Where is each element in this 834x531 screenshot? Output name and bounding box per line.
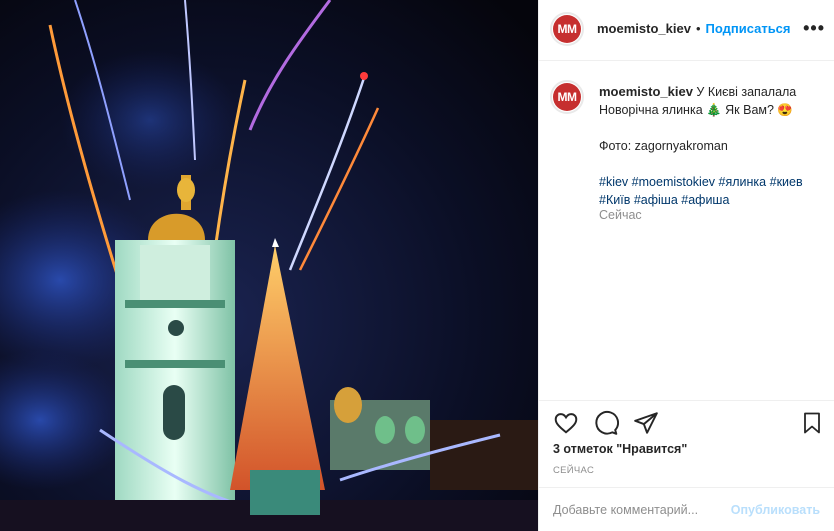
hashtag-link[interactable]: #афіша	[634, 193, 678, 207]
photo-credit: Фото: zagornyakroman	[599, 139, 728, 153]
likes-count[interactable]: 3 отметок "Нравится"	[553, 442, 687, 456]
avatar-logo: MM	[553, 15, 581, 43]
username-link[interactable]: moemisto_kiev	[597, 21, 691, 36]
caption-text-line1: У Києві запалала	[696, 85, 797, 99]
hashtag-link[interactable]: #Київ	[599, 193, 630, 207]
post-timestamp: СЕЙЧАС	[553, 465, 595, 476]
divider	[539, 400, 834, 401]
hashtag-link[interactable]: #афиша	[681, 193, 729, 207]
hashtag-link[interactable]: #kiev	[599, 175, 628, 189]
hashtag-link[interactable]: #ялинка	[719, 175, 767, 189]
caption-username[interactable]: moemisto_kiev	[599, 84, 693, 99]
heart-icon[interactable]	[553, 410, 579, 438]
caption-timestamp: Сейчас	[599, 208, 642, 222]
caption-avatar[interactable]: MM	[550, 80, 584, 114]
comment-input[interactable]: Добавьте комментарий...	[553, 503, 698, 517]
bookmark-icon[interactable]	[800, 410, 824, 441]
action-bar	[553, 410, 659, 438]
post-photo[interactable]	[0, 0, 538, 531]
post-details-panel: MM moemisto_kiev • Подписаться ••• MM mo…	[538, 0, 834, 531]
follow-button[interactable]: Подписаться	[706, 21, 791, 36]
publish-button[interactable]: Опубликовать	[731, 503, 820, 517]
avatar[interactable]: MM	[550, 12, 584, 46]
more-options-icon[interactable]: •••	[803, 18, 825, 39]
post-caption: moemisto_kiev У Києві запалала Новорічна…	[599, 83, 821, 209]
caption-text-line2: Новорічна ялинка 🎄 Як Вам? 😍	[599, 103, 793, 117]
separator-dot: •	[695, 21, 701, 36]
hashtag-link[interactable]: #moemistokiev	[632, 175, 715, 189]
christmas-tree-photo	[0, 0, 538, 531]
comment-icon[interactable]	[593, 410, 619, 438]
post-header: MM moemisto_kiev • Подписаться •••	[539, 0, 834, 61]
divider	[539, 487, 834, 488]
share-icon[interactable]	[633, 410, 659, 438]
hashtag-link[interactable]: #киев	[770, 175, 803, 189]
caption-avatar-logo: MM	[553, 83, 581, 111]
